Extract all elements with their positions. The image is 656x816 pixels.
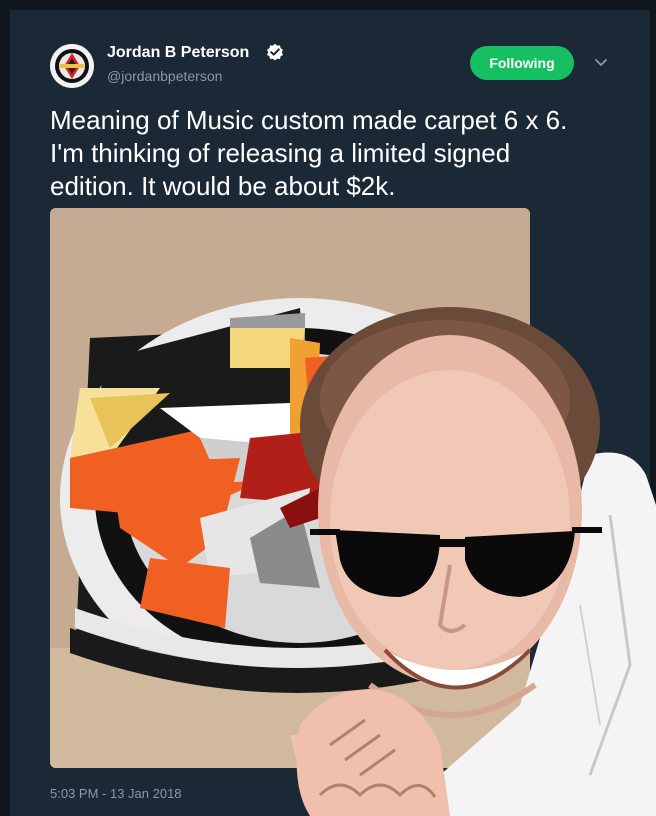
avatar-image <box>50 44 94 88</box>
avatar[interactable] <box>50 44 94 88</box>
following-button[interactable]: Following <box>470 46 574 80</box>
verified-badge-icon <box>267 43 283 61</box>
chevron-down-icon[interactable] <box>594 58 608 68</box>
author-handle[interactable]: @jordanbpeterson <box>107 68 222 84</box>
meme-overlay-image <box>290 307 656 816</box>
author-name[interactable]: Jordan B Peterson <box>107 44 249 62</box>
tweet-timestamp[interactable]: 5:03 PM - 13 Jan 2018 <box>50 786 182 801</box>
tweet-text: Meaning of Music custom made carpet 6 x … <box>50 105 568 201</box>
